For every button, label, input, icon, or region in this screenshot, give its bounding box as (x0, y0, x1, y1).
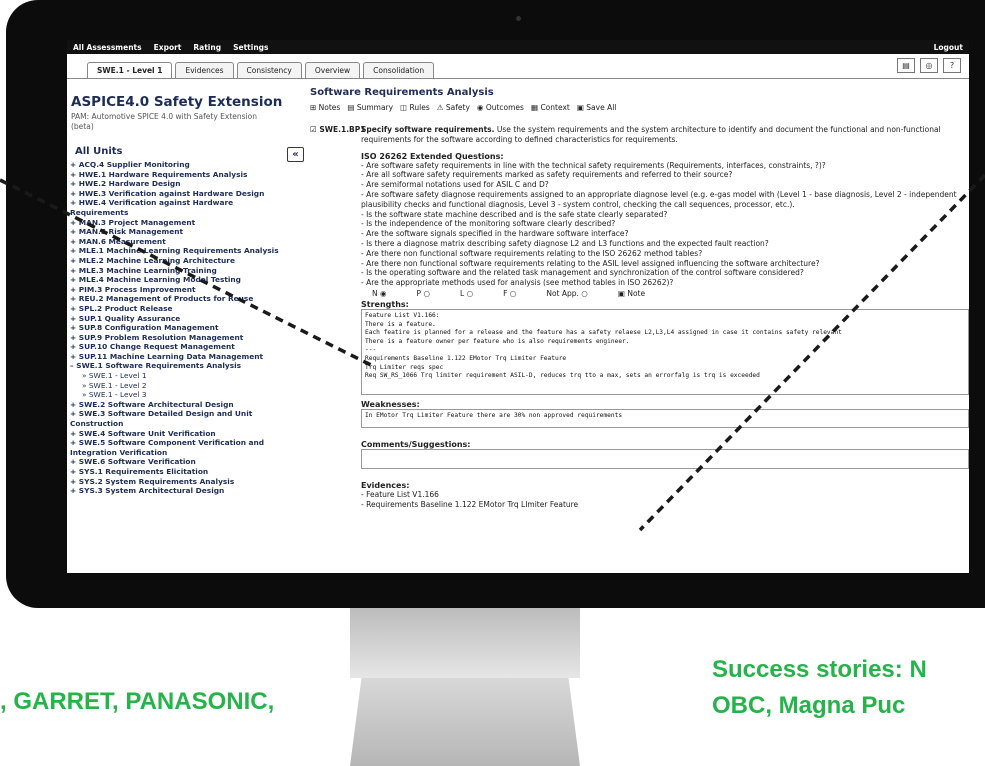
success-stories-heading: Success stories: N (712, 656, 927, 683)
pointer-line-left (0, 178, 376, 369)
customer-list-text: , GARRET, PANASONIC, (0, 688, 275, 715)
pointer-line-right (638, 173, 985, 532)
pointer-lines (0, 173, 985, 532)
success-stories-text: OBC, Magna Puc (712, 692, 906, 719)
